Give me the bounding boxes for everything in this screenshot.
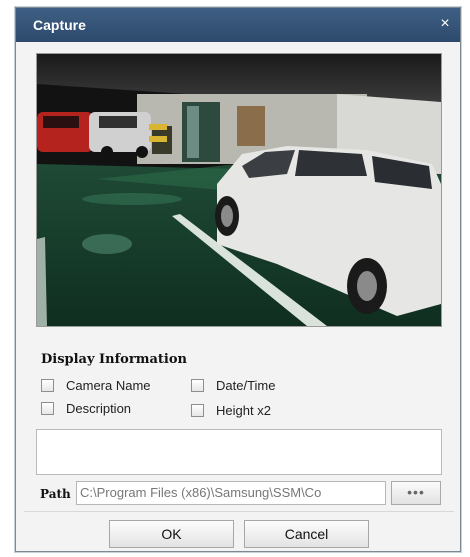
close-icon[interactable]: × [436, 15, 454, 33]
title-bar: Capture × [16, 8, 460, 42]
dialog-title: Capture [33, 17, 86, 33]
description-option[interactable]: Description [41, 400, 131, 416]
path-input[interactable]: C:\Program Files (x86)\Samsung\SSM\Co [76, 481, 386, 505]
date-time-option[interactable]: Date/Time [191, 377, 275, 393]
ok-button[interactable]: OK [109, 520, 234, 548]
height-x2-option[interactable]: Height x2 [191, 402, 271, 418]
capture-dialog: Capture × Display Information Camera Nam… [15, 7, 461, 552]
cancel-button[interactable]: Cancel [244, 520, 369, 548]
camera-name-checkbox[interactable] [41, 378, 54, 392]
divider [24, 511, 454, 512]
capture-preview-image [36, 53, 442, 327]
date-time-label: Date/Time [216, 377, 276, 393]
display-information-heading: Display Information [41, 352, 187, 367]
camera-name-option[interactable]: Camera Name [41, 377, 151, 393]
description-checkbox[interactable] [41, 401, 54, 415]
height-x2-checkbox[interactable] [191, 403, 204, 417]
description-textarea[interactable] [36, 429, 442, 475]
browse-button[interactable]: ••• [391, 481, 441, 505]
date-time-checkbox[interactable] [191, 378, 204, 392]
camera-name-label: Camera Name [66, 377, 151, 393]
description-label: Description [66, 400, 132, 416]
parking-garage-image [37, 54, 441, 326]
path-label: Path [40, 487, 71, 501]
height-x2-label: Height x2 [216, 402, 271, 418]
